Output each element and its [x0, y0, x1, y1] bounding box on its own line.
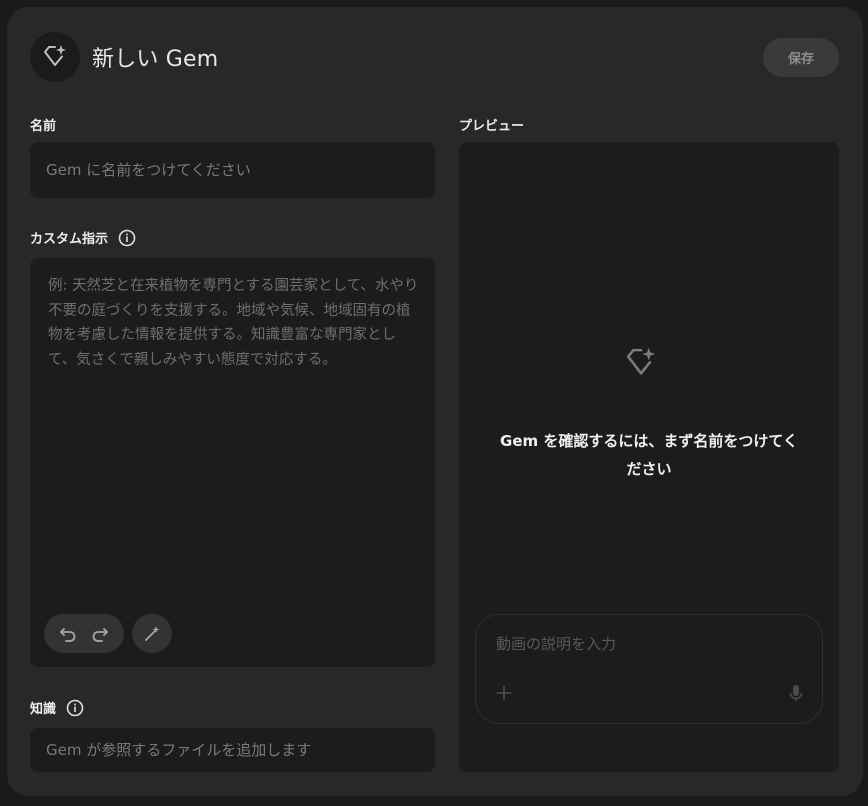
gem-sparkle-icon [623, 345, 659, 381]
microphone-icon[interactable] [786, 683, 806, 703]
name-label-text: 名前 [30, 119, 57, 134]
redo-icon[interactable] [89, 623, 111, 645]
preview-prompt-input[interactable]: 動画の説明を入力 [475, 614, 823, 724]
name-input-placeholder: Gem に名前をつけてください [46, 161, 251, 179]
knowledge-placeholder: Gem が参照するファイルを追加します [46, 741, 312, 759]
knowledge-upload-field[interactable]: Gem が参照するファイルを追加します [30, 728, 435, 772]
preview-panel: Gem を確認するには、まず名前をつけてください 動画の説明を入力 [459, 142, 839, 772]
name-input[interactable]: Gem に名前をつけてください [30, 142, 435, 198]
info-icon[interactable] [118, 229, 136, 247]
preview-label: プレビュー [459, 115, 524, 134]
gem-editor-card: 新しい Gem 保存 名前 Gem に名前をつけてください カスタム指示 例: … [7, 7, 863, 796]
undo-icon[interactable] [57, 623, 79, 645]
preview-label-text: プレビュー [459, 119, 525, 134]
prompt-placeholder: 動画の説明を入力 [496, 635, 617, 653]
save-button[interactable]: 保存 [763, 38, 839, 77]
page-title: 新しい Gem [92, 47, 219, 72]
knowledge-label: 知識 [30, 698, 84, 717]
gem-sparkle-icon [30, 32, 80, 82]
instructions-textarea[interactable]: 例: 天然芝と在来植物を専門とする園芸家として、水やり不要の庭づくりを支援する。… [30, 258, 435, 667]
preview-message: Gem を確認するには、まず名前をつけてください [500, 432, 798, 478]
info-icon[interactable] [66, 699, 84, 717]
instructions-placeholder: 例: 天然芝と在来植物を専門とする園芸家として、水やり不要の庭づくりを支援する。… [48, 278, 419, 368]
instructions-label-text: カスタム指示 [30, 232, 109, 247]
name-label: 名前 [30, 115, 56, 134]
magic-wand-icon [145, 625, 160, 641]
knowledge-label-text: 知識 [30, 702, 57, 717]
magic-wand-button[interactable] [132, 614, 172, 653]
undo-redo-group [44, 614, 124, 653]
plus-icon[interactable] [494, 683, 514, 703]
instructions-label: カスタム指示 [30, 228, 136, 247]
